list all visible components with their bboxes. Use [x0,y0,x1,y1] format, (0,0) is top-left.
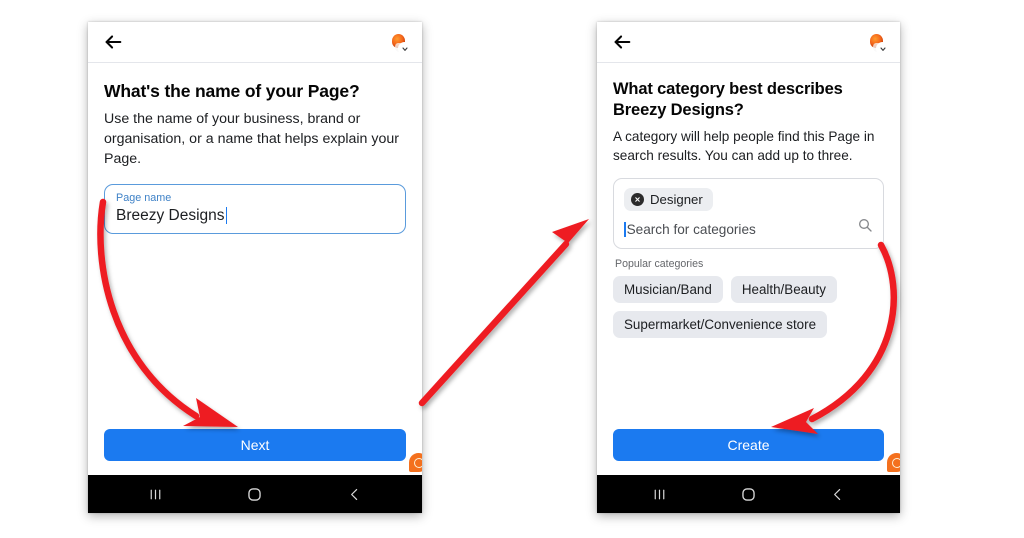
category-chip[interactable]: Health/Beauty [730,275,837,303]
next-button-container: Next [104,429,406,461]
home-icon[interactable] [739,485,758,504]
recents-icon[interactable] [147,486,164,503]
category-chip[interactable]: Supermarket/Convenience store [613,310,828,338]
recording-indicator-icon [887,453,900,472]
category-search-row[interactable]: Search for categories [624,221,873,237]
create-button-container: Create [613,429,884,461]
page-subtitle: Use the name of your business, brand or … [104,111,399,168]
page-subtitle: A category will help people find this Pa… [613,128,875,163]
create-button[interactable]: Create [613,429,884,461]
search-icon[interactable] [857,217,873,233]
page-name-value: Breezy Designs [116,207,225,225]
arrow-screen1-to-screen2 [418,219,589,407]
page-title: What category best describes Breezy Desi… [613,80,843,119]
screen-content: What category best describes Breezy Desi… [597,63,900,475]
popular-categories-list: Musician/Band Health/Beauty Supermarket/… [613,275,884,338]
page-name-input[interactable]: Page name Breezy Designs [104,184,406,235]
category-chip[interactable]: Musician/Band [613,275,723,303]
popular-categories-label: Popular categories [615,257,704,270]
recents-icon[interactable] [651,486,668,503]
back-chevron-icon[interactable] [346,486,363,503]
arrow-left-icon[interactable] [611,31,633,53]
phone-page-name-screen: What's the name of your Page? Use the na… [88,22,422,513]
avatar[interactable] [864,30,889,55]
app-top-bar [88,22,422,63]
arrow-left-icon[interactable] [102,31,124,53]
page-name-label: Page name [116,192,172,205]
text-cursor [624,221,626,237]
chevron-down-icon [398,42,411,55]
selected-category-chip[interactable]: Designer [624,187,713,211]
avatar[interactable] [386,30,411,55]
screen-content: What's the name of your Page? Use the na… [88,63,422,475]
back-chevron-icon[interactable] [829,486,846,503]
screenshot-canvas: What's the name of your Page? Use the na… [0,0,1024,538]
category-search[interactable]: Designer Search for categories [613,177,884,249]
app-top-bar [597,22,900,63]
chevron-down-icon [876,42,889,55]
recording-indicator-icon [409,453,422,472]
selected-category-label: Designer [650,191,703,207]
search-input-placeholder: Search for categories [626,221,756,237]
text-cursor [225,207,228,225]
home-icon[interactable] [245,485,264,504]
close-circle-icon[interactable] [631,192,644,206]
page-name-value-row: Breezy Designs [116,206,394,225]
phone-category-screen: What category best describes Breezy Desi… [597,22,900,513]
android-navigation-bar [88,475,422,513]
next-button[interactable]: Next [104,429,406,461]
android-navigation-bar [597,475,900,513]
page-title: What's the name of your Page? [104,81,360,101]
